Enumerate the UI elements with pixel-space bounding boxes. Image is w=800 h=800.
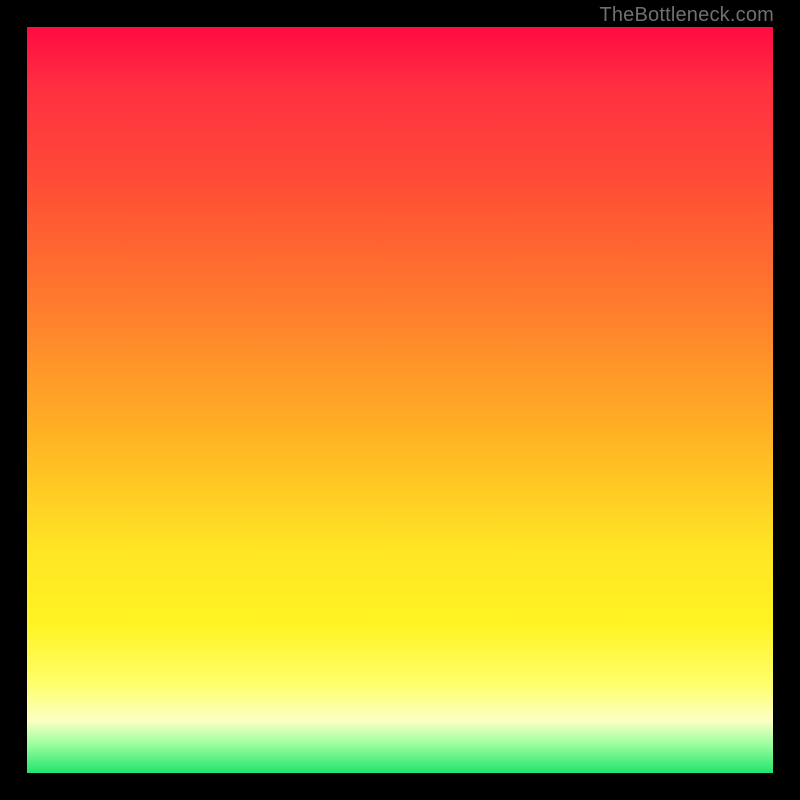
plot-area [27,27,773,773]
gradient-background [27,27,773,773]
attribution-watermark: TheBottleneck.com [599,4,774,27]
chart-frame: TheBottleneck.com [0,0,800,800]
